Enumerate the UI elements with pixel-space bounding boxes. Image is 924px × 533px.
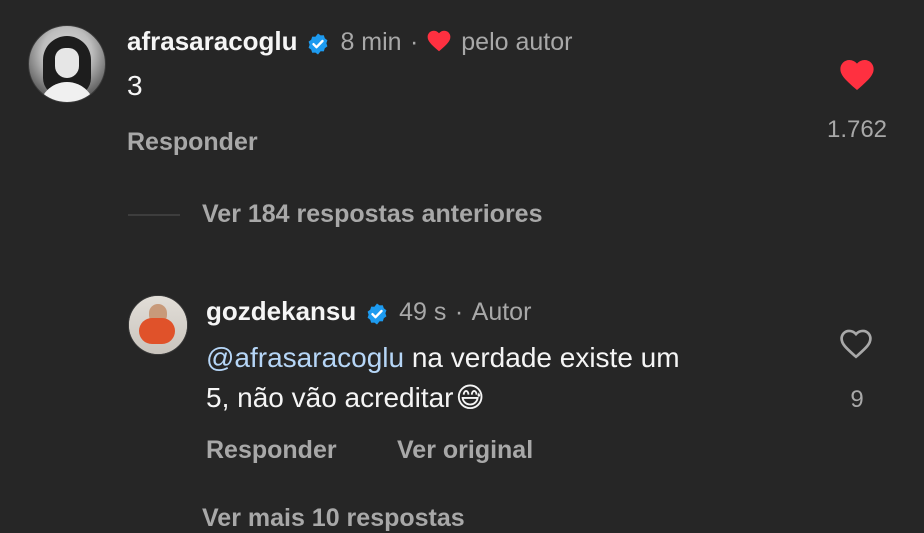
separator: · [410,28,419,56]
like-count: 1.762 [826,116,888,143]
view-more-replies-button[interactable]: Ver mais 10 respostas [202,504,465,533]
username[interactable]: gozdekansu [206,296,356,326]
liked-by-author-label: pelo autor [461,28,573,56]
like-button[interactable] [836,326,880,366]
reply-header: gozdekansu 49 s · Autor [206,296,531,327]
comment-header: afrasaracoglu 8 min · pelo autor [127,26,572,59]
comment-text: 3 [127,70,143,101]
reply-button[interactable]: Responder [127,128,258,157]
verified-badge-icon [306,32,330,56]
reply-text: @afrasaracoglu na verdade existe um 5, n… [206,338,806,418]
view-previous-replies-button[interactable]: Ver 184 respostas anteriores [202,200,542,229]
see-original-button[interactable]: Ver original [397,436,533,465]
avatar-afrasaracoglu[interactable] [28,25,106,103]
comment-time: 8 min [340,28,402,56]
author-tag: Autor [471,298,532,326]
heart-filled-icon [425,28,453,59]
like-button[interactable] [836,56,880,96]
like-count: 9 [850,386,864,413]
reply-button[interactable]: Responder [206,436,337,465]
separator: · [454,298,464,326]
replies-divider [128,214,180,216]
username[interactable]: afrasaracoglu [127,26,298,56]
comment-time: 49 s [399,298,447,326]
verified-badge-icon [365,302,389,326]
reply-text-line1: na verdade existe um [404,342,680,373]
reply-text-line2: 5, não vão acreditar [206,382,454,413]
sweat-smile-emoji: 😅 [455,382,485,413]
heart-filled-icon [836,59,878,98]
heart-outline-icon [836,329,876,366]
mention-link[interactable]: @afrasaracoglu [206,342,404,373]
avatar-gozdekansu[interactable] [128,295,188,355]
